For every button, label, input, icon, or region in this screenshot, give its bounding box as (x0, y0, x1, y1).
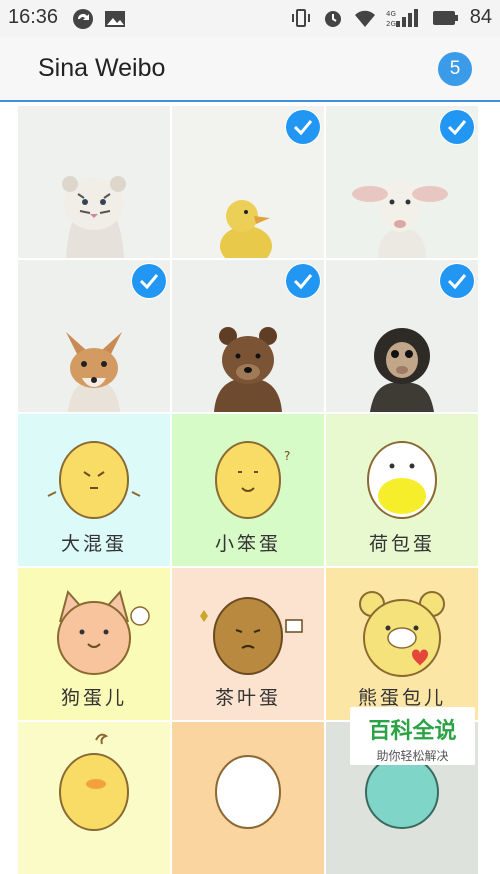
watermark-subtitle: 助你轻松解决 (376, 749, 449, 763)
sync-icon (73, 9, 93, 29)
photo-duckling[interactable] (172, 106, 324, 258)
wifi-icon (354, 10, 375, 27)
svg-text:2G: 2G (386, 20, 396, 28)
status-bar: 16:36 4G 2G 84 (0, 0, 500, 38)
svg-text:4G: 4G (386, 10, 396, 18)
sticker-da-hun-dan[interactable]: 大混蛋 (18, 414, 170, 566)
sticker-he-bao-dan[interactable]: 荷包蛋 (326, 414, 478, 566)
status-time: 16:36 (8, 6, 59, 28)
white-tiger-cub-image (18, 106, 170, 258)
check-icon[interactable] (440, 110, 474, 144)
sticker-duck-egg[interactable] (18, 722, 170, 874)
photo-lamb[interactable] (326, 106, 478, 258)
photo-monkey[interactable] (326, 260, 478, 412)
check-icon[interactable] (286, 110, 320, 144)
image-notification-icon (105, 11, 125, 27)
egg-character-image (215, 755, 281, 829)
battery-level: 84 (469, 6, 492, 28)
sticker-caption: 大混蛋 (60, 533, 127, 555)
check-icon[interactable] (132, 264, 166, 298)
alarm-icon (324, 10, 341, 27)
sticker-caption: 荷包蛋 (368, 533, 435, 555)
app-header: Sina Weibo 5 (0, 38, 500, 102)
sticker-cha-ye-dan[interactable]: 茶叶蛋 (172, 568, 324, 720)
sticker-xiong-dan-bao-er[interactable]: 熊蛋包儿 (326, 568, 478, 720)
sticker-white-egg[interactable] (172, 722, 324, 874)
photo-bear-cub[interactable] (172, 260, 324, 412)
sticker-caption: 小笨蛋 (214, 533, 281, 555)
check-icon[interactable] (440, 264, 474, 298)
selected-count: 5 (449, 58, 461, 79)
vibrate-icon (291, 8, 310, 27)
selected-count-badge[interactable]: 5 (438, 52, 472, 86)
svg-text:?: ? (284, 449, 290, 463)
sticker-caption: 熊蛋包儿 (357, 687, 446, 709)
battery-icon (432, 10, 458, 25)
sticker-xiao-ben-dan[interactable]: ? 小笨蛋 (172, 414, 324, 566)
sticker-caption: 狗蛋儿 (60, 687, 127, 709)
photo-white-tiger-cub[interactable] (18, 106, 170, 258)
check-icon[interactable] (286, 264, 320, 298)
baike-watermark: 百科全说 助你轻松解决 (350, 707, 475, 765)
sticker-gou-dan-er[interactable]: 狗蛋儿 (18, 568, 170, 720)
watermark-title: 百科全说 (368, 719, 457, 744)
app-title: Sina Weibo (38, 54, 166, 82)
sticker-caption: 茶叶蛋 (214, 687, 281, 709)
signal-icon: 4G 2G (386, 8, 418, 28)
photo-fox-cub[interactable] (18, 260, 170, 412)
egg-character-image (59, 733, 129, 831)
